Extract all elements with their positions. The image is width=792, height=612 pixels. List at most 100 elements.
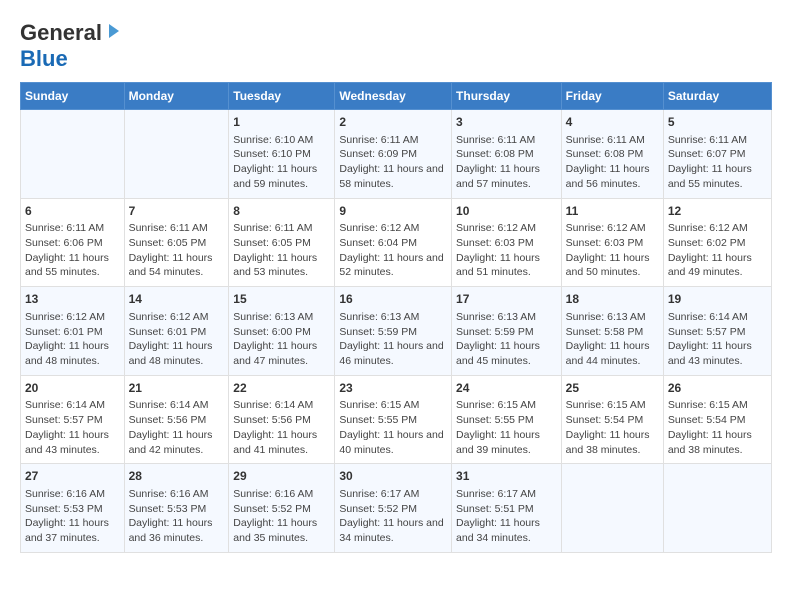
day-info: Sunrise: 6:12 AM Sunset: 6:04 PM Dayligh… bbox=[339, 221, 447, 280]
day-number: 19 bbox=[668, 291, 767, 308]
day-number: 11 bbox=[566, 203, 659, 220]
day-number: 7 bbox=[129, 203, 225, 220]
day-info: Sunrise: 6:15 AM Sunset: 5:54 PM Dayligh… bbox=[566, 398, 659, 457]
day-number: 10 bbox=[456, 203, 557, 220]
day-info: Sunrise: 6:14 AM Sunset: 5:56 PM Dayligh… bbox=[129, 398, 225, 457]
calendar-cell: 15 Sunrise: 6:13 AM Sunset: 6:00 PM Dayli… bbox=[229, 287, 335, 376]
day-info: Sunrise: 6:17 AM Sunset: 5:52 PM Dayligh… bbox=[339, 487, 447, 546]
day-number: 27 bbox=[25, 468, 120, 485]
day-number: 28 bbox=[129, 468, 225, 485]
day-info: Sunrise: 6:12 AM Sunset: 6:02 PM Dayligh… bbox=[668, 221, 767, 280]
day-number: 13 bbox=[25, 291, 120, 308]
day-number: 16 bbox=[339, 291, 447, 308]
calendar-header-thursday: Thursday bbox=[452, 83, 562, 110]
calendar-header-saturday: Saturday bbox=[663, 83, 771, 110]
day-info: Sunrise: 6:16 AM Sunset: 5:52 PM Dayligh… bbox=[233, 487, 330, 546]
calendar-cell: 27 Sunrise: 6:16 AM Sunset: 5:53 PM Dayli… bbox=[21, 464, 125, 553]
calendar-header-monday: Monday bbox=[124, 83, 229, 110]
day-number: 4 bbox=[566, 114, 659, 131]
day-info: Sunrise: 6:11 AM Sunset: 6:05 PM Dayligh… bbox=[233, 221, 330, 280]
calendar-cell: 25Sunrise: 6:15 AM Sunset: 5:54 PM Dayli… bbox=[561, 375, 663, 464]
calendar-cell: 31 Sunrise: 6:17 AM Sunset: 5:51 PM Dayli… bbox=[452, 464, 562, 553]
calendar-header-friday: Friday bbox=[561, 83, 663, 110]
calendar-cell: 29 Sunrise: 6:16 AM Sunset: 5:52 PM Dayli… bbox=[229, 464, 335, 553]
day-number: 18 bbox=[566, 291, 659, 308]
logo-arrow-icon bbox=[105, 22, 123, 45]
calendar-cell: 23Sunrise: 6:15 AM Sunset: 5:55 PM Dayli… bbox=[335, 375, 452, 464]
calendar-cell: 8Sunrise: 6:11 AM Sunset: 6:05 PM Daylig… bbox=[229, 198, 335, 287]
calendar-cell: 16 Sunrise: 6:13 AM Sunset: 5:59 PM Dayli… bbox=[335, 287, 452, 376]
calendar-cell: 12Sunrise: 6:12 AM Sunset: 6:02 PM Dayli… bbox=[663, 198, 771, 287]
calendar-cell: 7Sunrise: 6:11 AM Sunset: 6:05 PM Daylig… bbox=[124, 198, 229, 287]
day-number: 5 bbox=[668, 114, 767, 131]
day-number: 29 bbox=[233, 468, 330, 485]
logo: General Blue bbox=[20, 20, 123, 72]
day-info: Sunrise: 6:11 AM Sunset: 6:08 PM Dayligh… bbox=[456, 133, 557, 192]
day-info: Sunrise: 6:11 AM Sunset: 6:08 PM Dayligh… bbox=[566, 133, 659, 192]
logo-blue: Blue bbox=[20, 46, 68, 71]
calendar-header-sunday: Sunday bbox=[21, 83, 125, 110]
day-number: 30 bbox=[339, 468, 447, 485]
day-number: 21 bbox=[129, 380, 225, 397]
day-info: Sunrise: 6:15 AM Sunset: 5:54 PM Dayligh… bbox=[668, 398, 767, 457]
day-info: Sunrise: 6:15 AM Sunset: 5:55 PM Dayligh… bbox=[339, 398, 447, 457]
day-info: Sunrise: 6:13 AM Sunset: 5:59 PM Dayligh… bbox=[339, 310, 447, 369]
day-info: Sunrise: 6:17 AM Sunset: 5:51 PM Dayligh… bbox=[456, 487, 557, 546]
calendar-cell bbox=[124, 110, 229, 199]
day-number: 3 bbox=[456, 114, 557, 131]
day-number: 9 bbox=[339, 203, 447, 220]
day-number: 15 bbox=[233, 291, 330, 308]
calendar-cell: 24Sunrise: 6:15 AM Sunset: 5:55 PM Dayli… bbox=[452, 375, 562, 464]
day-info: Sunrise: 6:11 AM Sunset: 6:05 PM Dayligh… bbox=[129, 221, 225, 280]
calendar-cell: 5 Sunrise: 6:11 AM Sunset: 6:07 PM Daylig… bbox=[663, 110, 771, 199]
calendar-cell: 4 Sunrise: 6:11 AM Sunset: 6:08 PM Daylig… bbox=[561, 110, 663, 199]
day-info: Sunrise: 6:12 AM Sunset: 6:03 PM Dayligh… bbox=[456, 221, 557, 280]
day-info: Sunrise: 6:11 AM Sunset: 6:07 PM Dayligh… bbox=[668, 133, 767, 192]
day-info: Sunrise: 6:13 AM Sunset: 5:58 PM Dayligh… bbox=[566, 310, 659, 369]
day-info: Sunrise: 6:13 AM Sunset: 6:00 PM Dayligh… bbox=[233, 310, 330, 369]
calendar-cell bbox=[21, 110, 125, 199]
calendar-week-row: 1Sunrise: 6:10 AM Sunset: 6:10 PM Daylig… bbox=[21, 110, 772, 199]
calendar-cell bbox=[663, 464, 771, 553]
day-number: 17 bbox=[456, 291, 557, 308]
calendar-cell: 22Sunrise: 6:14 AM Sunset: 5:56 PM Dayli… bbox=[229, 375, 335, 464]
day-number: 8 bbox=[233, 203, 330, 220]
day-info: Sunrise: 6:14 AM Sunset: 5:57 PM Dayligh… bbox=[668, 310, 767, 369]
day-number: 22 bbox=[233, 380, 330, 397]
day-number: 12 bbox=[668, 203, 767, 220]
day-info: Sunrise: 6:11 AM Sunset: 6:06 PM Dayligh… bbox=[25, 221, 120, 280]
day-info: Sunrise: 6:14 AM Sunset: 5:56 PM Dayligh… bbox=[233, 398, 330, 457]
calendar-cell: 20Sunrise: 6:14 AM Sunset: 5:57 PM Dayli… bbox=[21, 375, 125, 464]
day-number: 24 bbox=[456, 380, 557, 397]
calendar-cell: 10Sunrise: 6:12 AM Sunset: 6:03 PM Dayli… bbox=[452, 198, 562, 287]
calendar-cell: 26Sunrise: 6:15 AM Sunset: 5:54 PM Dayli… bbox=[663, 375, 771, 464]
day-info: Sunrise: 6:10 AM Sunset: 6:10 PM Dayligh… bbox=[233, 133, 330, 192]
calendar-cell: 18 Sunrise: 6:13 AM Sunset: 5:58 PM Dayli… bbox=[561, 287, 663, 376]
calendar-table: SundayMondayTuesdayWednesdayThursdayFrid… bbox=[20, 82, 772, 553]
calendar-cell: 19 Sunrise: 6:14 AM Sunset: 5:57 PM Dayli… bbox=[663, 287, 771, 376]
calendar-cell: 30 Sunrise: 6:17 AM Sunset: 5:52 PM Dayli… bbox=[335, 464, 452, 553]
calendar-week-row: 6Sunrise: 6:11 AM Sunset: 6:06 PM Daylig… bbox=[21, 198, 772, 287]
day-number: 26 bbox=[668, 380, 767, 397]
page-header: General Blue bbox=[20, 20, 772, 72]
calendar-cell: 21Sunrise: 6:14 AM Sunset: 5:56 PM Dayli… bbox=[124, 375, 229, 464]
day-info: Sunrise: 6:12 AM Sunset: 6:01 PM Dayligh… bbox=[129, 310, 225, 369]
calendar-header-tuesday: Tuesday bbox=[229, 83, 335, 110]
calendar-week-row: 13 Sunrise: 6:12 AM Sunset: 6:01 PM Dayli… bbox=[21, 287, 772, 376]
day-info: Sunrise: 6:15 AM Sunset: 5:55 PM Dayligh… bbox=[456, 398, 557, 457]
calendar-week-row: 20Sunrise: 6:14 AM Sunset: 5:57 PM Dayli… bbox=[21, 375, 772, 464]
calendar-cell: 9Sunrise: 6:12 AM Sunset: 6:04 PM Daylig… bbox=[335, 198, 452, 287]
calendar-cell: 14Sunrise: 6:12 AM Sunset: 6:01 PM Dayli… bbox=[124, 287, 229, 376]
day-info: Sunrise: 6:12 AM Sunset: 6:03 PM Dayligh… bbox=[566, 221, 659, 280]
day-number: 6 bbox=[25, 203, 120, 220]
calendar-cell: 11Sunrise: 6:12 AM Sunset: 6:03 PM Dayli… bbox=[561, 198, 663, 287]
day-number: 31 bbox=[456, 468, 557, 485]
day-info: Sunrise: 6:11 AM Sunset: 6:09 PM Dayligh… bbox=[339, 133, 447, 192]
calendar-cell: 3 Sunrise: 6:11 AM Sunset: 6:08 PM Daylig… bbox=[452, 110, 562, 199]
day-info: Sunrise: 6:16 AM Sunset: 5:53 PM Dayligh… bbox=[25, 487, 120, 546]
calendar-cell: 28Sunrise: 6:16 AM Sunset: 5:53 PM Dayli… bbox=[124, 464, 229, 553]
calendar-header-row: SundayMondayTuesdayWednesdayThursdayFrid… bbox=[21, 83, 772, 110]
day-info: Sunrise: 6:13 AM Sunset: 5:59 PM Dayligh… bbox=[456, 310, 557, 369]
calendar-header-wednesday: Wednesday bbox=[335, 83, 452, 110]
calendar-cell: 6Sunrise: 6:11 AM Sunset: 6:06 PM Daylig… bbox=[21, 198, 125, 287]
